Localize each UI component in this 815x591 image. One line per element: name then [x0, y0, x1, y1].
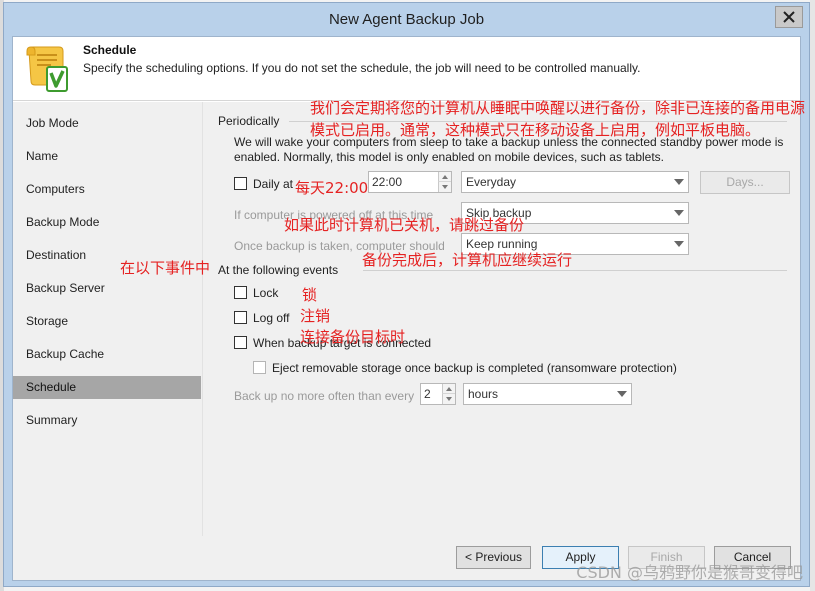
no-more-often-value: 2 — [424, 387, 431, 401]
wizard-header: Schedule Specify the scheduling options.… — [13, 37, 800, 101]
daily-time-spinner[interactable]: 22:00 — [368, 171, 452, 193]
wizard-steps-sidebar: Job Mode Name Computers Backup Mode Dest… — [13, 102, 203, 536]
step-backup-mode[interactable]: Backup Mode — [13, 211, 201, 234]
annotation-events-note: 在以下事件中 — [120, 259, 211, 277]
annotation-keep-running-note: 备份完成后，计算机应继续运行 — [362, 251, 573, 269]
events-group-label: At the following events — [218, 263, 339, 277]
time-up-arrow-icon[interactable] — [438, 172, 451, 182]
no-more-often-label: Back up no more often than every — [234, 389, 415, 403]
title-bar: New Agent Backup Job — [4, 3, 809, 36]
daily-at-label: Daily at — [253, 177, 294, 191]
events-divider — [363, 270, 787, 271]
daily-at-checkbox[interactable] — [234, 177, 247, 190]
annotation-connected-note: 连接备份目标时 — [300, 328, 406, 346]
backdrop-edge-right — [810, 0, 815, 591]
step-job-mode[interactable]: Job Mode — [13, 112, 201, 135]
days-button[interactable]: Days... — [700, 171, 790, 194]
schedule-content: Periodically We will wake your computers… — [203, 102, 800, 536]
step-summary[interactable]: Summary — [13, 409, 201, 432]
csdn-watermark: CSDN @乌鸦野你是猴哥变得吧 — [576, 563, 803, 582]
target-connected-checkbox[interactable] — [234, 336, 247, 349]
close-button[interactable] — [775, 6, 803, 28]
annotation-wake-note: 我们会定期将您的计算机从睡眠中唤醒以进行备份，除非已连接的备用电源模式已启用。通… — [310, 99, 806, 139]
frequency-dropdown[interactable]: Everyday — [461, 171, 689, 193]
step-schedule[interactable]: Schedule — [13, 376, 201, 399]
interval-up-arrow-icon[interactable] — [442, 384, 455, 394]
header-description: Specify the scheduling options. If you d… — [83, 61, 641, 75]
daily-time-value: 22:00 — [372, 175, 403, 189]
step-storage[interactable]: Storage — [13, 310, 201, 333]
eject-storage-checkbox[interactable] — [253, 361, 266, 374]
step-name[interactable]: Name — [13, 145, 201, 168]
close-icon — [783, 11, 795, 23]
annotation-logoff-note: 注销 — [300, 307, 331, 325]
eject-storage-label: Eject removable storage once backup is c… — [272, 361, 677, 375]
logoff-checkbox[interactable] — [234, 311, 247, 324]
annotation-daily-note: 每天22:00 — [295, 179, 369, 197]
interval-unit-value: hours — [468, 387, 499, 401]
frequency-value: Everyday — [466, 175, 517, 189]
periodically-group-label: Periodically — [218, 114, 280, 128]
annotation-poweroff-note: 如果此时计算机已关机，请跳过备份 — [284, 216, 525, 234]
no-more-often-spinner[interactable]: 2 — [420, 383, 456, 405]
interval-unit-dropdown[interactable]: hours — [463, 383, 632, 405]
chevron-down-icon — [674, 210, 684, 216]
chevron-down-icon — [617, 391, 627, 397]
step-backup-cache[interactable]: Backup Cache — [13, 343, 201, 366]
time-down-arrow-icon[interactable] — [438, 182, 451, 192]
annotation-lock-note: 锁 — [302, 286, 318, 304]
interval-down-arrow-icon[interactable] — [442, 394, 455, 404]
schedule-scroll-icon — [26, 46, 68, 92]
chevron-down-icon — [674, 241, 684, 247]
lock-checkbox[interactable] — [234, 286, 247, 299]
step-computers[interactable]: Computers — [13, 178, 201, 201]
wizard-body: Job Mode Name Computers Backup Mode Dest… — [13, 102, 800, 580]
logoff-label: Log off — [253, 311, 290, 325]
wizard-window: New Agent Backup Job Schedule Specify th… — [3, 2, 810, 587]
header-title: Schedule — [83, 43, 137, 57]
chevron-down-icon — [674, 179, 684, 185]
lock-label: Lock — [253, 286, 279, 300]
step-backup-server[interactable]: Backup Server — [13, 277, 201, 300]
previous-button[interactable]: < Previous — [456, 546, 531, 569]
window-title: New Agent Backup Job — [328, 11, 485, 28]
